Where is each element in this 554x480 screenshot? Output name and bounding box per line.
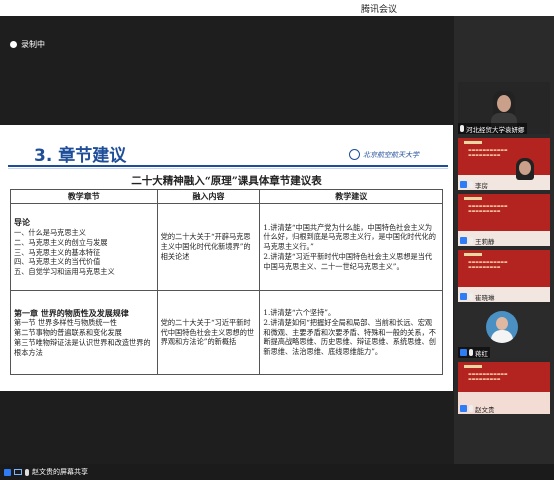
- participant-name: 崔晓琳: [475, 293, 495, 302]
- participant-name-bar: 河北经贸大学袁妍娜: [458, 123, 527, 134]
- chapter-line: 二、马克思主义的创立与发展: [14, 237, 108, 247]
- screen-share-label: 赵文贵的屏幕共享: [32, 468, 88, 476]
- university-name: 北京航空航天大学: [363, 150, 419, 159]
- participant-name: 王莉静: [475, 237, 495, 246]
- cell-advice: 1.讲清楚“中国共产党为什么能，中国特色社会主义为什么好，归根到底是马克思主义行…: [259, 203, 443, 291]
- participant-name-bar: 李房: [458, 179, 490, 190]
- bottom-status-bar: 赵文贵的屏幕共享: [0, 464, 554, 480]
- participant-tile[interactable]: ▬▬▬▬▬▬▬▬▬▬▬ ▬▬▬▬▬▬▬▬▬ 崔晓琳: [458, 250, 550, 302]
- shared-slide: 3. 章节建议 北京航空航天大学 二十大精神融入“原理”课具体章节建议表 教学章…: [0, 125, 453, 391]
- chapter-lead: 第一章 世界的物质性及发展规律: [14, 307, 129, 318]
- participant-tile[interactable]: 蒋红: [458, 306, 550, 358]
- advice-item: 1.讲清楚“中国共产党为什么能，中国特色社会主义为什么好，归根到底是马克思主义行…: [263, 222, 436, 252]
- advice-item: 2.讲清楚“习近平新时代中国特色社会主义思想是当代中国马克思主义、二十一世纪马克…: [263, 251, 433, 271]
- participant-name: 河北经贸大学袁妍娜: [466, 125, 525, 134]
- table-row: 导论 一、什么是马克思主义 二、马克思主义的创立与发展 三、马克思主义的基本特征…: [10, 203, 443, 291]
- table-header-row: 教学章节 融入内容 教学建议: [10, 189, 443, 204]
- participant-name-bar: 赵文贵: [458, 403, 497, 414]
- shared-slide-thumbnail: [464, 253, 482, 256]
- mic-icon: [469, 349, 473, 356]
- header-chapter: 教学章节: [10, 189, 158, 204]
- user-icon: [460, 349, 467, 356]
- meeting-stage: 录制中 3. 章节建议 北京航空航天大学 二十大精神融入“原理”课具体章节建议表…: [0, 16, 454, 464]
- participant-tile[interactable]: ▬▬▬▬▬▬▬▬▬▬▬ ▬▬▬▬▬▬▬▬▬ 李房: [458, 138, 550, 190]
- user-icon: [460, 405, 467, 412]
- chapter-line: 第三节唯物辩证法是认识世界和改造世界的根本方法: [14, 337, 151, 357]
- participant-tile[interactable]: ▬▬▬▬▬▬▬▬▬▬▬ ▬▬▬▬▬▬▬▬▬ 王莉静: [458, 194, 550, 246]
- participant-name: 李房: [475, 181, 488, 190]
- screen-share-icon: [14, 469, 22, 475]
- table-row: 第一章 世界的物质性及发展规律 第一节 世界多样性与物质统一性 第二节事物的普遍…: [10, 290, 443, 375]
- user-icon: [460, 293, 467, 300]
- participant-avatar: [486, 311, 518, 343]
- slide-title: 3. 章节建议: [34, 146, 127, 166]
- user-icon: [460, 237, 467, 244]
- mic-icon: [469, 293, 473, 300]
- cell-chapter: 导论 一、什么是马克思主义 二、马克思主义的创立与发展 三、马克思主义的基本特征…: [10, 203, 158, 291]
- cell-content: 党的二十大关于“开辟马克思主义中国化时代化新境界”的相关论述: [156, 203, 261, 291]
- record-icon: [10, 41, 17, 48]
- header-advice: 教学建议: [259, 189, 443, 204]
- chapter-table: 教学章节 融入内容 教学建议 导论 一、什么是马克思主义 二、马克思主义的创立与…: [10, 189, 443, 375]
- chapter-line: 第一节 世界多样性与物质统一性: [14, 318, 117, 328]
- participant-tile[interactable]: ▬▬▬▬▬▬▬▬▬▬▬ ▬▬▬▬▬▬▬▬▬ 赵文贵: [458, 362, 550, 414]
- mic-icon: [460, 125, 464, 132]
- chapter-lead: 导论: [14, 217, 30, 228]
- user-icon: [4, 468, 11, 476]
- mic-icon: [469, 181, 473, 188]
- window-title-bar: 腾讯会议: [0, 0, 554, 16]
- mic-icon: [25, 468, 29, 476]
- slide-divider: [8, 165, 448, 167]
- user-icon: [460, 181, 467, 188]
- participant-name-bar: 蒋红: [458, 347, 490, 358]
- participant-name-bar: 崔晓琳: [458, 291, 497, 302]
- mic-icon: [469, 237, 473, 244]
- mic-icon: [469, 405, 473, 412]
- recording-indicator[interactable]: 录制中: [10, 39, 45, 50]
- chapter-line: 三、马克思主义的基本特征: [14, 247, 101, 257]
- slide-divider-thin: [8, 168, 448, 169]
- university-seal-icon: [349, 149, 360, 160]
- chapter-line: 第二节事物的普遍联系和变化发展: [14, 328, 122, 338]
- shared-slide-thumbnail: [464, 141, 482, 144]
- chapter-line: 五、自觉学习和运用马克思主义: [14, 266, 115, 276]
- participant-tile[interactable]: 河北经贸大学袁妍娜: [458, 82, 550, 134]
- shared-slide-thumbnail: [464, 365, 482, 368]
- shared-slide-thumbnail: [464, 197, 482, 200]
- advice-item: 1.讲清楚“六个坚持”。: [263, 308, 336, 318]
- university-logo: 北京航空航天大学: [349, 149, 419, 160]
- header-content: 融入内容: [156, 189, 261, 204]
- screen-share-status[interactable]: 赵文贵的屏幕共享: [4, 467, 88, 477]
- table-title: 二十大精神融入“原理”课具体章节建议表: [131, 175, 322, 187]
- recording-label: 录制中: [21, 40, 45, 49]
- cell-content: 党的二十大关于“习近平新时代中国特色社会主义思想的世界观和方法论”的新概括: [156, 290, 261, 375]
- participant-name: 蒋红: [475, 349, 488, 358]
- cell-advice: 1.讲清楚“六个坚持”。 2.讲清楚如何“把握好全局和局部、当前和长远、宏观和微…: [259, 290, 443, 375]
- advice-item: 2.讲清楚如何“把握好全局和局部、当前和长远、宏观和微观、主要矛盾和次要矛盾、特…: [263, 317, 436, 357]
- cell-chapter: 第一章 世界的物质性及发展规律 第一节 世界多样性与物质统一性 第二节事物的普遍…: [10, 290, 158, 375]
- participant-name-bar: 王莉静: [458, 235, 497, 246]
- chapter-line: 四、马克思主义的当代价值: [14, 257, 101, 267]
- participant-name: 赵文贵: [475, 405, 495, 414]
- chapter-line: 一、什么是马克思主义: [14, 228, 86, 238]
- participant-panel: 河北经贸大学袁妍娜 ▬▬▬▬▬▬▬▬▬▬▬ ▬▬▬▬▬▬▬▬▬ 李房 ▬▬▬▬▬▬…: [454, 16, 554, 464]
- app-title: 腾讯会议: [361, 5, 398, 15]
